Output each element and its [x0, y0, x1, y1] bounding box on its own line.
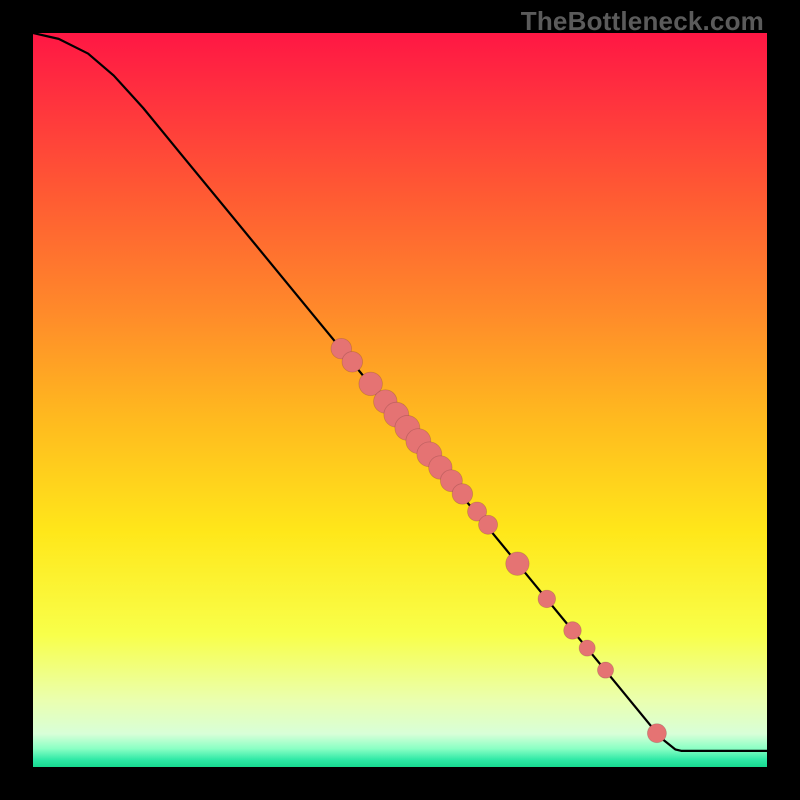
chart-frame: TheBottleneck.com: [0, 0, 800, 800]
scatter-point: [647, 724, 666, 743]
scatter-point: [597, 662, 613, 678]
scatter-point: [342, 352, 363, 373]
scatter-point: [479, 515, 498, 534]
chart-svg: [33, 33, 767, 767]
scatter-point: [538, 590, 556, 608]
plot-area: [33, 33, 767, 767]
scatter-point: [506, 552, 529, 575]
gradient-background: [33, 33, 767, 767]
scatter-point: [564, 622, 582, 640]
scatter-point: [579, 640, 595, 656]
scatter-point: [452, 484, 473, 505]
